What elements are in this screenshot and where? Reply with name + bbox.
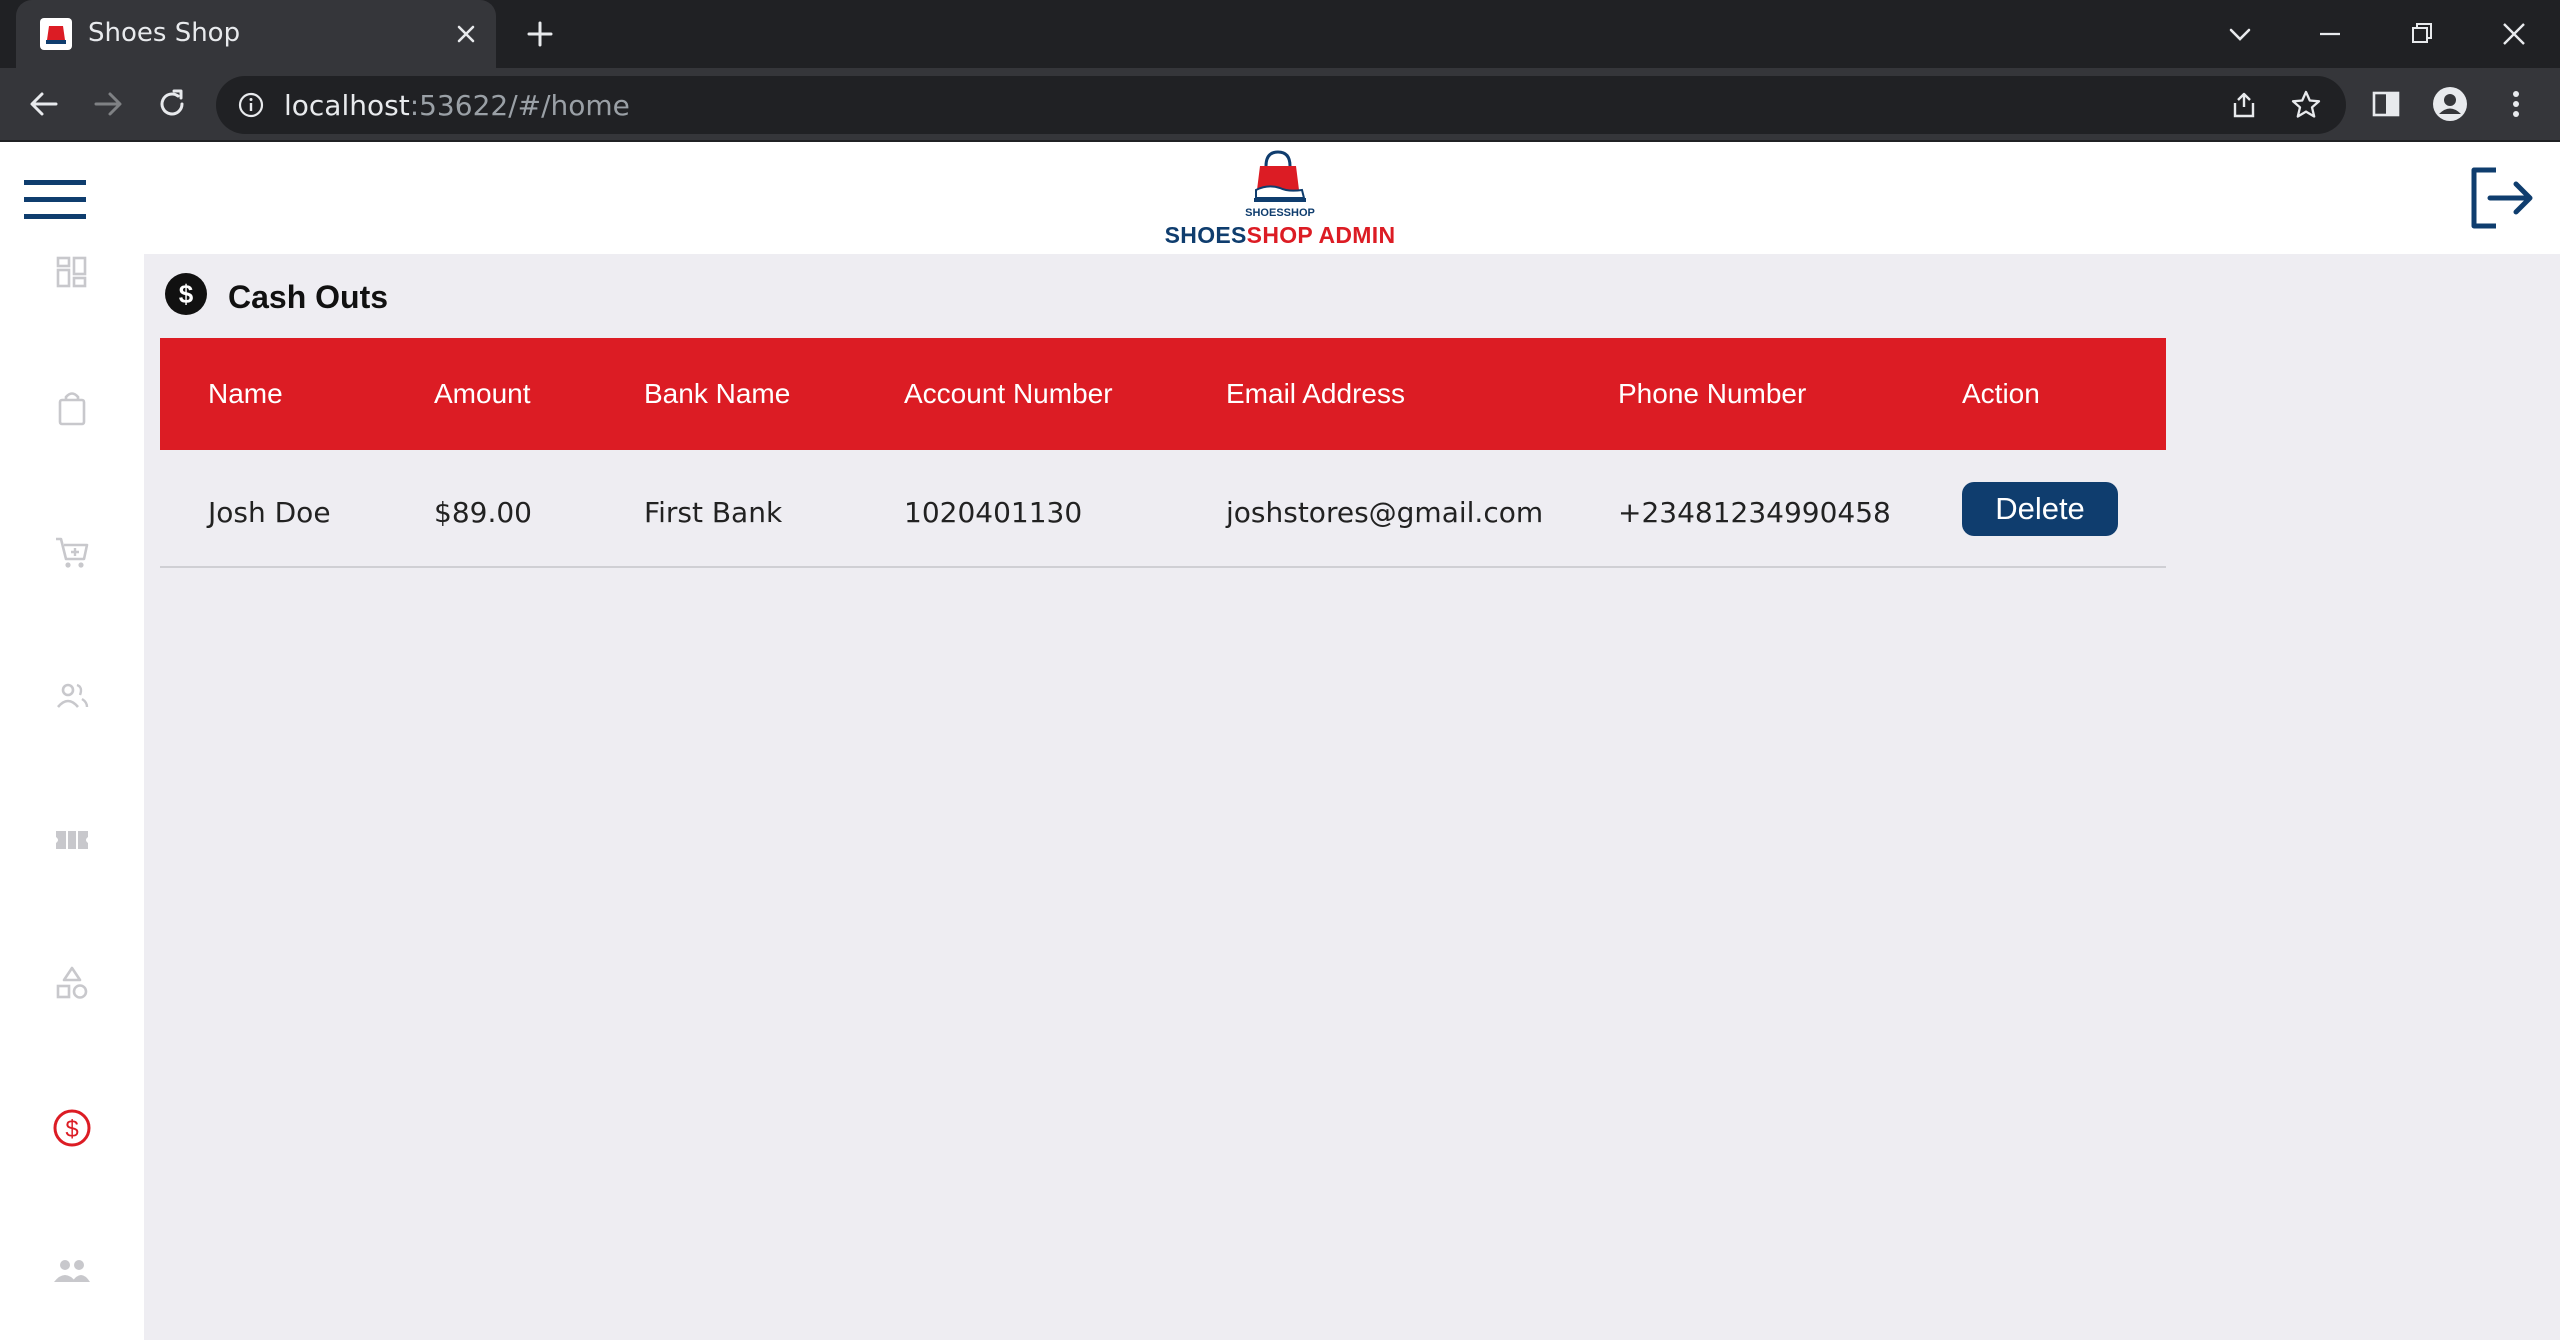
brand-part-1: SHOES [1164, 222, 1247, 248]
address-bar[interactable]: localhost:53622/#/home [216, 76, 2346, 134]
cell-account-number: 1020401130 [904, 496, 1083, 529]
table-row: Josh Doe $89.00 First Bank 1020401130 jo… [160, 450, 2166, 568]
browser-menu-icon[interactable] [2496, 84, 2536, 124]
column-header-action: Action [1962, 378, 2040, 409]
logo-text: SHOESSHOP [1245, 207, 1315, 218]
browser-toolbar: localhost:53622/#/home [0, 68, 2560, 142]
favicon-icon [40, 18, 72, 50]
site-info-icon[interactable] [236, 90, 266, 120]
group-icon[interactable] [50, 1250, 94, 1294]
table-header: Name Amount Bank Name Account Number Ema… [160, 338, 2166, 450]
users-icon[interactable] [50, 674, 94, 718]
minimize-icon[interactable] [2308, 12, 2352, 56]
side-panel-icon[interactable] [2366, 84, 2406, 124]
cell-phone: +23481234990458 [1618, 496, 1891, 529]
dollar-circle-icon: $ [164, 272, 208, 316]
main-content: $ Cash Outs Name Amount Bank Name Accoun… [144, 254, 2560, 1340]
tab-title: Shoes Shop [88, 18, 241, 48]
shoesshop-logo: SHOESSHOP [1216, 146, 1344, 219]
url-host: localhost [284, 89, 410, 122]
restore-icon[interactable] [2400, 12, 2444, 56]
ticket-icon[interactable] [50, 818, 94, 862]
forward-icon[interactable] [86, 82, 130, 126]
brand-part-2: SHOP ADMIN [1246, 222, 1396, 248]
profile-avatar-icon[interactable] [2430, 84, 2470, 124]
cashouts-table: Name Amount Bank Name Account Number Ema… [160, 338, 2166, 568]
column-header-name: Name [208, 378, 283, 409]
svg-text:$: $ [179, 279, 194, 309]
back-icon[interactable] [22, 82, 66, 126]
svg-text:$: $ [65, 1116, 78, 1143]
column-header-account-number: Account Number [904, 378, 1113, 409]
svg-text:SHOESSHOP: SHOESSHOP [1245, 207, 1315, 218]
close-window-icon[interactable] [2492, 12, 2536, 56]
cart-icon[interactable] [50, 530, 94, 574]
column-header-amount: Amount [434, 378, 531, 409]
app-header: SHOESSHOP SHOESSHOP ADMIN [0, 142, 2560, 254]
column-header-phone-number: Phone Number [1618, 378, 1807, 409]
cell-email: joshstores@gmail.com [1226, 496, 1544, 529]
hamburger-menu-icon[interactable] [24, 178, 86, 222]
categories-icon[interactable] [50, 962, 94, 1006]
cell-bank-name: First Bank [644, 496, 783, 529]
url-path: :53622/#/home [409, 89, 630, 122]
cell-amount: $89.00 [434, 496, 532, 529]
dashboard-icon[interactable] [50, 250, 94, 294]
delete-button[interactable]: Delete [1962, 482, 2118, 536]
column-header-bank-name: Bank Name [644, 378, 791, 409]
share-icon[interactable] [2226, 87, 2262, 123]
cashout-icon[interactable]: $ [50, 1106, 94, 1150]
tab-close-icon[interactable] [448, 16, 484, 52]
bookmark-star-icon[interactable] [2288, 87, 2324, 123]
reload-icon[interactable] [150, 82, 194, 126]
url-text: localhost:53622/#/home [284, 89, 630, 122]
page-title: Cash Outs [228, 279, 389, 315]
column-header-email-address: Email Address [1226, 378, 1405, 409]
sidebar: $ [0, 254, 144, 1340]
logout-icon[interactable] [2466, 164, 2538, 232]
new-tab-icon[interactable] [520, 14, 560, 54]
browser-tab[interactable]: Shoes Shop [16, 0, 496, 68]
browser-tab-strip: Shoes Shop [0, 0, 2560, 68]
shopping-bag-icon[interactable] [50, 386, 94, 430]
cell-name: Josh Doe [208, 496, 331, 529]
tab-search-chevron-icon[interactable] [2218, 12, 2262, 56]
brand-title: SHOESSHOP ADMIN [1100, 222, 1460, 249]
